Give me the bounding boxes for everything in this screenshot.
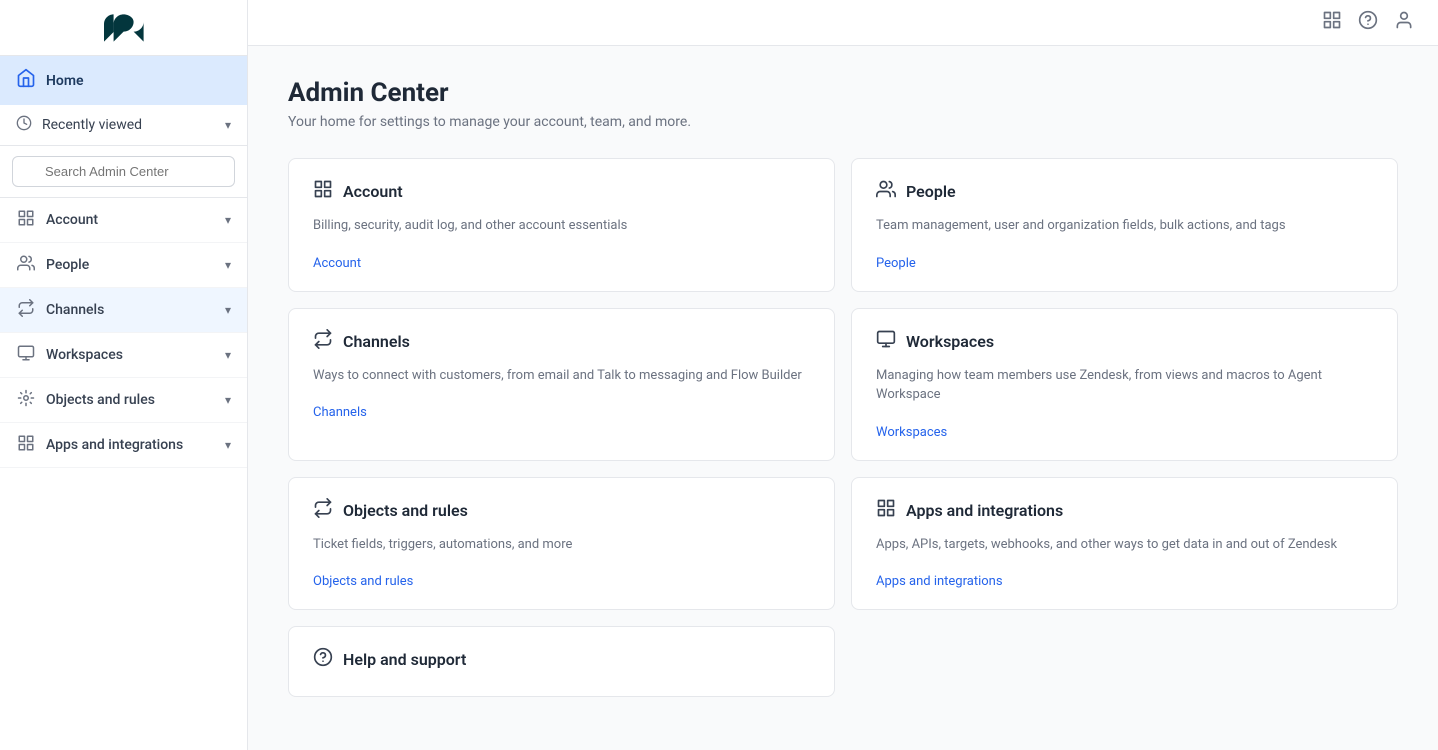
sidebar-item-people[interactable]: People ▾ [0,243,247,288]
sidebar-item-objects-rules-label: Objects and rules [46,392,155,408]
card-objects-rules-desc: Ticket fields, triggers, automations, an… [313,535,810,555]
card-channels-desc: Ways to connect with customers, from ema… [313,366,810,386]
card-channels: Channels Ways to connect with customers,… [288,308,835,461]
page-title: Admin Center [288,78,1398,108]
page-subtitle: Your home for settings to manage your ac… [288,114,1398,130]
home-label: Home [46,73,84,89]
user-avatar-icon[interactable] [1394,10,1414,35]
chevron-people: ▾ [225,258,231,272]
sidebar-item-account-label: Account [46,212,98,228]
home-icon [16,68,36,93]
card-channels-icon [313,329,333,354]
sidebar-item-people-label: People [46,257,89,273]
cards-grid: Account Billing, security, audit log, an… [288,158,1398,697]
recently-viewed-left: Recently viewed [16,115,142,135]
apps-icon [16,434,36,456]
card-help-icon [313,647,333,672]
recently-viewed-label: Recently viewed [42,117,142,133]
sidebar-item-channels[interactable]: Channels ▾ [0,288,247,333]
help-icon[interactable] [1358,10,1378,35]
clock-icon [16,115,32,135]
card-people-title: People [906,182,956,201]
card-account-icon [313,179,333,204]
sidebar-item-apps-integrations-label: Apps and integrations [46,437,183,453]
card-apps-integrations-title: Apps and integrations [906,501,1063,520]
card-people-link[interactable]: People [876,256,916,271]
card-objects-icon [313,498,333,523]
card-apps-icon [876,498,896,523]
sidebar-item-apps-integrations[interactable]: Apps and integrations ▾ [0,423,247,468]
sidebar-home[interactable]: Home [0,56,247,105]
card-people-icon [876,179,896,204]
card-account-title: Account [343,182,403,201]
sidebar-item-workspaces[interactable]: Workspaces ▾ [0,333,247,378]
channels-icon [16,299,36,321]
card-people: People Team management, user and organiz… [851,158,1398,292]
chevron-apps: ▾ [225,438,231,452]
card-workspaces-link[interactable]: Workspaces [876,425,947,440]
search-wrapper [12,156,235,187]
account-icon [16,209,36,231]
search-area [0,146,247,198]
sidebar-item-objects-rules[interactable]: Objects and rules ▾ [0,378,247,423]
zendesk-logo [104,14,144,42]
topbar [248,0,1438,46]
card-account-link[interactable]: Account [313,256,361,271]
chevron-objects: ▾ [225,393,231,407]
sidebar-item-workspaces-label: Workspaces [46,347,123,363]
card-apps-integrations-link[interactable]: Apps and integrations [876,574,1003,589]
card-channels-link[interactable]: Channels [313,405,367,420]
sidebar-nav: Account ▾ People ▾ [0,198,247,468]
card-people-desc: Team management, user and organization f… [876,216,1373,236]
card-apps-integrations: Apps and integrations Apps, APIs, target… [851,477,1398,611]
people-icon [16,254,36,276]
apps-grid-icon[interactable] [1322,10,1342,35]
card-help-support-title: Help and support [343,650,466,669]
card-channels-title: Channels [343,332,410,351]
recently-viewed-item[interactable]: Recently viewed ▾ [0,105,247,146]
card-workspaces: Workspaces Managing how team members use… [851,308,1398,461]
card-workspaces-title: Workspaces [906,332,994,351]
card-objects-rules-title: Objects and rules [343,501,468,520]
sidebar: Home Recently viewed ▾ [0,0,248,750]
sidebar-item-channels-label: Channels [46,302,104,318]
search-input[interactable] [12,156,235,187]
logo-area [0,0,247,56]
chevron-down-icon: ▾ [225,118,231,132]
card-account: Account Billing, security, audit log, an… [288,158,835,292]
card-workspaces-desc: Managing how team members use Zendesk, f… [876,366,1373,405]
chevron-workspaces: ▾ [225,348,231,362]
card-objects-rules-link[interactable]: Objects and rules [313,574,413,589]
card-objects-rules: Objects and rules Ticket fields, trigger… [288,477,835,611]
card-workspaces-icon [876,329,896,354]
sidebar-item-account[interactable]: Account ▾ [0,198,247,243]
objects-icon [16,389,36,411]
main-area: Admin Center Your home for settings to m… [248,0,1438,750]
card-apps-integrations-desc: Apps, APIs, targets, webhooks, and other… [876,535,1373,555]
workspaces-icon [16,344,36,366]
chevron-account: ▾ [225,213,231,227]
card-account-desc: Billing, security, audit log, and other … [313,216,810,236]
chevron-channels: ▾ [225,303,231,317]
card-help-support: Help and support [288,626,835,697]
content-area: Admin Center Your home for settings to m… [248,46,1438,729]
